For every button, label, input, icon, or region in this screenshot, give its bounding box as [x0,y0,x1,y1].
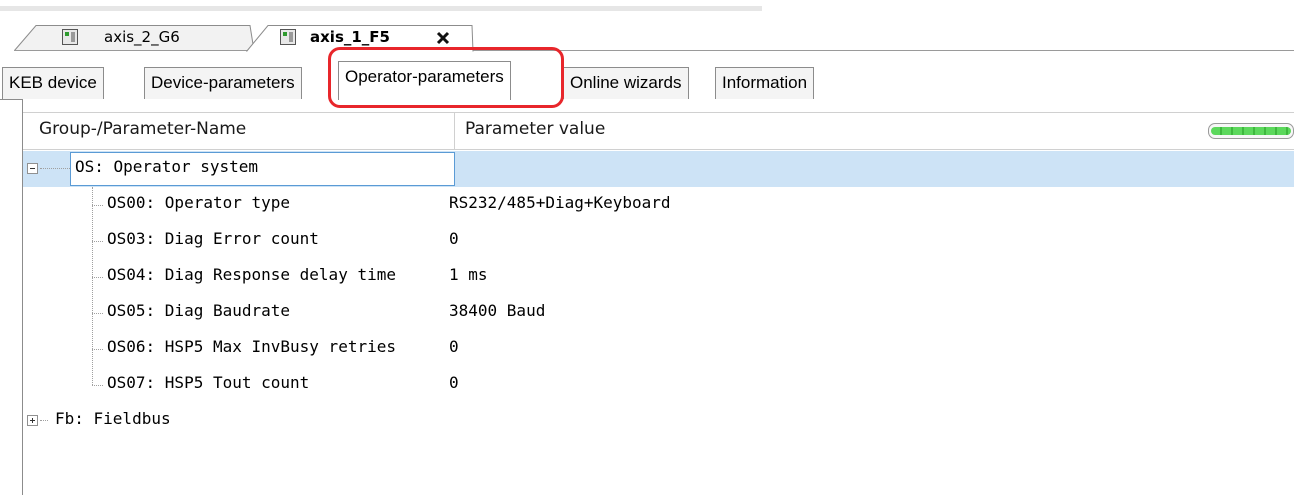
parameter-value[interactable]: 38400 Baud [449,301,545,320]
tab-online-wizards[interactable]: Online wizards [563,67,689,100]
grid-header: Group-/Parameter-Name Parameter value [23,112,1294,150]
column-header-name[interactable]: Group-/Parameter-Name [39,119,246,139]
parameter-row[interactable]: OS00: Operator type RS232/485+Diag+Keybo… [23,187,1294,223]
tree-connector [92,385,103,386]
tab-information[interactable]: Information [715,67,815,100]
tab-keb-device[interactable]: KEB device [2,67,104,100]
parameter-name: OS05: Diag Baudrate [107,301,291,320]
parameter-name: OS00: Operator type [107,193,291,212]
document-tab-strip: axis_2_G6 axis_1_F5 [0,0,1294,52]
tree-connector [40,168,70,169]
group-row-os[interactable]: OS: Operator system [23,151,1294,187]
parameter-row[interactable]: OS07: HSP5 Tout count 0 [23,367,1294,403]
parameter-value[interactable]: 0 [449,337,459,356]
doc-tab-axis-2-g6[interactable]: axis_2_G6 [14,25,256,51]
parameter-value[interactable]: RS232/485+Diag+Keyboard [449,193,671,212]
tree-connector [92,277,103,278]
expand-icon[interactable] [27,415,38,426]
highlight-annotation [328,47,564,108]
device-icon [62,29,78,45]
device-icon [280,29,296,45]
tree-connector [92,241,103,242]
collapse-icon[interactable] [27,163,38,174]
tab-strip-rule [14,50,1294,51]
column-header-value[interactable]: Parameter value [465,119,605,139]
parameter-value[interactable]: 0 [449,373,459,392]
group-label: Fb: Fieldbus [55,409,171,428]
parameter-name: OS07: HSP5 Tout count [107,373,310,392]
parameter-value[interactable]: 1 ms [449,265,488,284]
parameter-name: OS06: HSP5 Max InvBusy retries [107,337,396,356]
progress-fill [1211,127,1291,135]
doc-tab-label: axis_2_G6 [104,28,180,46]
tab-device-parameters[interactable]: Device-parameters [144,67,302,100]
parameter-row[interactable]: OS05: Diag Baudrate 38400 Baud [23,295,1294,331]
tree-connector [92,349,103,350]
group-row-fb[interactable]: Fb: Fieldbus [23,403,1294,439]
parameter-name: OS03: Diag Error count [107,229,319,248]
tree-connector [40,420,48,421]
parameter-row[interactable]: OS04: Diag Response delay time 1 ms [23,259,1294,295]
progress-indicator [1208,123,1294,139]
close-icon[interactable] [436,31,450,45]
tree-connector [92,313,103,314]
top-bar [0,6,762,11]
parameter-name: OS04: Diag Response delay time [107,265,396,284]
column-separator [454,113,455,150]
parameter-value[interactable]: 0 [449,229,459,248]
parameter-row[interactable]: OS03: Diag Error count 0 [23,223,1294,259]
doc-tab-label: axis_1_F5 [310,28,390,46]
inner-tab-bar: KEB device Device-parameters Operator-pa… [0,60,1294,100]
tree-connector [92,205,103,206]
parameter-row[interactable]: OS06: HSP5 Max InvBusy retries 0 [23,331,1294,367]
parameter-grid: Group-/Parameter-Name Parameter value OS… [22,99,1294,495]
group-label: OS: Operator system [75,157,259,176]
